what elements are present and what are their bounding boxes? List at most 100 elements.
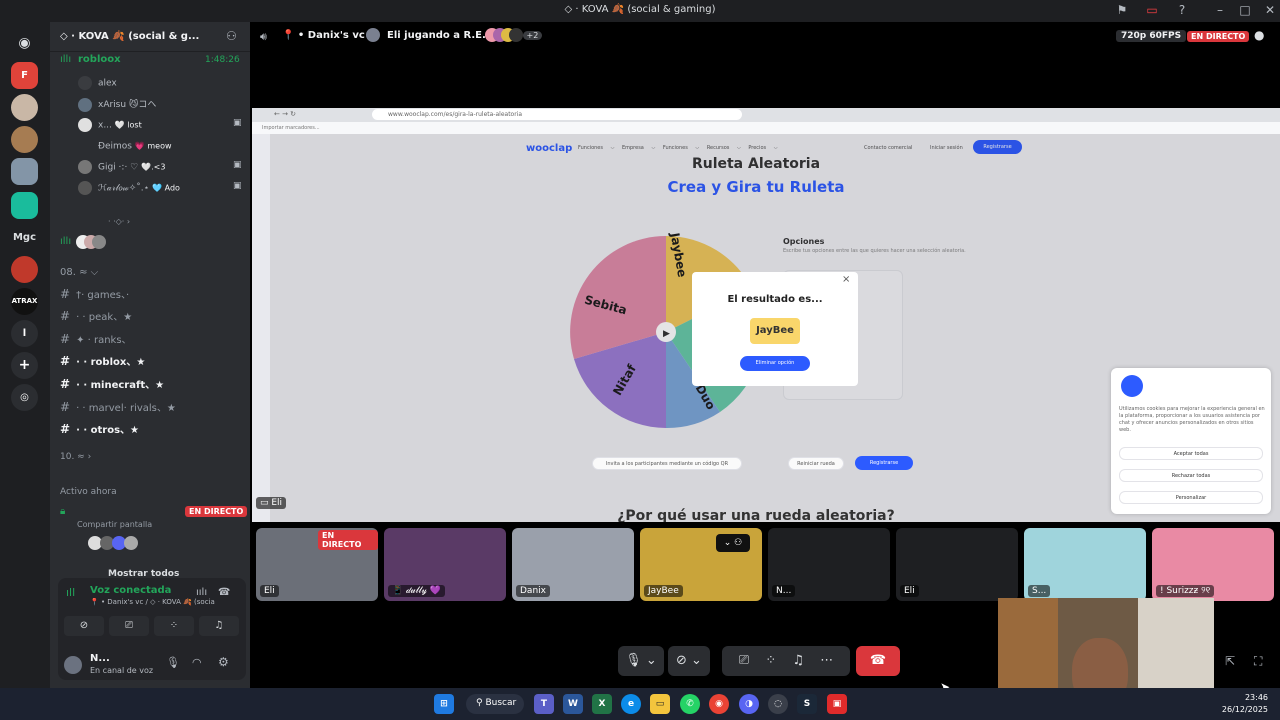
mic-toggle-button[interactable]: 🎙︎ ⌄	[618, 646, 664, 676]
server-icon-7[interactable]	[11, 256, 38, 283]
vc-member-avatars[interactable]: +2	[485, 28, 543, 42]
participant-tile[interactable]: EN DIRECTO Eli	[256, 528, 378, 601]
app-red-icon[interactable]: ▣	[827, 694, 847, 714]
share-screen-icon[interactable]: ⎚	[739, 653, 749, 668]
maximize-button[interactable]: □	[1235, 3, 1255, 17]
server-icon-l[interactable]: l	[11, 320, 38, 347]
chat-icon[interactable]: ●	[1254, 28, 1264, 42]
channel-ranks[interactable]: # ✦ · ranks、	[60, 331, 132, 346]
avatar	[78, 160, 92, 174]
headphones-icon[interactable]: ◠	[192, 656, 202, 669]
channel-peak[interactable]: # · · peak、★	[60, 308, 132, 323]
voice-connected-label[interactable]: Voz conectada	[90, 585, 171, 596]
soundboard-button[interactable]: ♫	[199, 616, 239, 636]
add-server-icon[interactable]: +	[11, 352, 38, 379]
user-avatar[interactable]	[64, 656, 82, 674]
start-icon[interactable]: ⊞	[434, 694, 454, 714]
voice-user[interactable]: x... 🤍 lost	[78, 118, 142, 132]
voice-channel-avatars[interactable]	[76, 235, 112, 249]
invite-icon[interactable]: ⚇	[226, 29, 237, 43]
participant-tile[interactable]: ! Surizzƶ ୨୧	[1152, 528, 1274, 601]
server-icon-3[interactable]	[11, 126, 38, 153]
clock-date[interactable]: 26/12/2025	[1218, 705, 1268, 714]
noise-icon[interactable]: ıılı	[196, 587, 207, 598]
participant-tile[interactable]: Eli	[896, 528, 1018, 601]
inbox-icon[interactable]: ⚑	[1112, 3, 1132, 17]
camera-off-button[interactable]: ⊘	[64, 616, 104, 636]
vc-channel-name[interactable]: 📍 • Danix's vc	[282, 30, 365, 41]
more-icon[interactable]: ⋯	[820, 653, 833, 668]
word-icon[interactable]: W	[563, 694, 583, 714]
voice-user[interactable]: xArisu 😼コヘ	[78, 97, 156, 112]
invite-qr-button[interactable]: Invita a los participantes mediante un c…	[592, 457, 742, 470]
share-screen-button[interactable]: ⎚	[109, 616, 149, 636]
channel-minecraft[interactable]: # · · minecraft、★	[60, 376, 164, 391]
nav-arrows-icon[interactable]: ← → ↻	[274, 110, 296, 118]
discord-home-icon[interactable]: ◉	[11, 30, 38, 57]
user-name[interactable]: N...	[90, 653, 110, 664]
activities-button[interactable]: ⁘	[154, 616, 194, 636]
close-button[interactable]: ✕	[1260, 3, 1280, 17]
voice-user[interactable]: ℋ𝒶𝓇𝓁𝑜𝓌✧˚.⋆ 🩵 Ado	[78, 181, 180, 195]
edge-icon[interactable]: e	[621, 694, 641, 714]
whatsapp-icon[interactable]: ✆	[680, 694, 700, 714]
server-icon-mgc[interactable]: Mgc	[11, 224, 38, 251]
participant-name: Danix	[516, 585, 550, 597]
participant-tile[interactable]: N...	[768, 528, 890, 601]
teams-icon[interactable]: T	[534, 694, 554, 714]
voice-user[interactable]: Gigi ·:· ♡ 🤍.<3	[78, 160, 165, 174]
activities-icon[interactable]: ⁘	[765, 653, 776, 668]
server-icon-atrax[interactable]: ATRAX	[11, 288, 38, 315]
close-modal-icon[interactable]: ×	[842, 274, 850, 285]
server-icon-2[interactable]	[11, 94, 38, 121]
channel-marvel-rivals[interactable]: # · · marvel· rivals、★	[60, 399, 176, 414]
soundboard-icon[interactable]: ♫	[792, 653, 804, 668]
voice-location[interactable]: 📍 • Danix's vc / ◇ · KOVA 🍂 (social &...	[90, 598, 215, 606]
excel-icon[interactable]: X	[592, 694, 612, 714]
participant-tile[interactable]: 📱 𝒹𝓊𝓁𝓁𝓎 💜	[384, 528, 506, 601]
register-button-2[interactable]: Registrarse	[855, 456, 913, 470]
minimize-button[interactable]: –	[1210, 3, 1230, 17]
category-08[interactable]: 08. ≈ ⌵	[60, 267, 98, 278]
steam-icon[interactable]: S	[797, 694, 817, 714]
app-icon[interactable]: ◌	[768, 694, 788, 714]
participant-tile[interactable]: S...	[1024, 528, 1146, 601]
leave-call-button[interactable]: ☎	[856, 646, 900, 676]
screenshare-stream[interactable]: ← → ↻ www.wooclap.com/es/gira-la-ruleta-…	[252, 108, 1280, 522]
chrome-icon[interactable]: ◉	[709, 694, 729, 714]
discord-taskbar-icon[interactable]: ◑	[739, 694, 759, 714]
file-explorer-icon[interactable]: ▭	[650, 694, 670, 714]
discover-icon[interactable]: ◎	[11, 384, 38, 411]
modal-title: El resultado es...	[727, 294, 823, 305]
category-10[interactable]: 10. ≈ ›	[60, 452, 91, 462]
participant-tile[interactable]: JayBee ⌄ ⚇	[640, 528, 762, 601]
cookie-accept-button[interactable]: Aceptar todas	[1119, 447, 1263, 460]
server-icon-kova[interactable]	[11, 158, 38, 185]
channel-otros[interactable]: # · · otros、★	[60, 421, 139, 436]
camera-toggle-button[interactable]: ⊘ ⌄	[668, 646, 710, 676]
tile-options-button[interactable]: ⌄ ⚇	[716, 534, 750, 552]
popout-icon[interactable]: ⇱	[1225, 654, 1235, 668]
server-icon-f[interactable]: F	[11, 62, 38, 89]
channel-roblox[interactable]: # · · roblox、★	[60, 353, 145, 368]
help-icon[interactable]: ?	[1172, 3, 1192, 17]
address-bar[interactable]: www.wooclap.com/es/gira-la-ruleta-aleato…	[372, 109, 742, 120]
disconnect-icon[interactable]: ☎	[218, 587, 230, 598]
participant-tile[interactable]: Danix	[512, 528, 634, 601]
clock-time[interactable]: 23:46	[1240, 693, 1268, 702]
monitor-icon[interactable]: ▭	[1142, 3, 1162, 17]
reset-wheel-button[interactable]: Reiniciar rueda	[788, 457, 844, 470]
voice-user[interactable]: alex	[78, 76, 117, 90]
voice-user[interactable]: Đeimos 💗 meow	[78, 139, 172, 153]
cookie-customize-button[interactable]: Personalizar	[1119, 491, 1263, 504]
cookie-reject-button[interactable]: Rechazar todas	[1119, 469, 1263, 482]
mic-icon[interactable]: 🎙︎	[166, 656, 180, 669]
settings-gear-icon[interactable]: ⚙	[218, 655, 229, 669]
server-icon-5[interactable]	[11, 192, 38, 219]
fullscreen-icon[interactable]: ⛶	[1254, 654, 1262, 669]
server-header[interactable]: ◇ · KOVA 🍂 (social & g... ⚇	[50, 22, 250, 52]
voice-channel-robloox[interactable]: robloox	[78, 54, 121, 65]
channel-games[interactable]: # †· games、·	[60, 286, 129, 301]
remove-option-button[interactable]: Eliminar opción	[740, 356, 810, 371]
taskbar-search[interactable]: ⚲ Buscar	[466, 694, 524, 714]
